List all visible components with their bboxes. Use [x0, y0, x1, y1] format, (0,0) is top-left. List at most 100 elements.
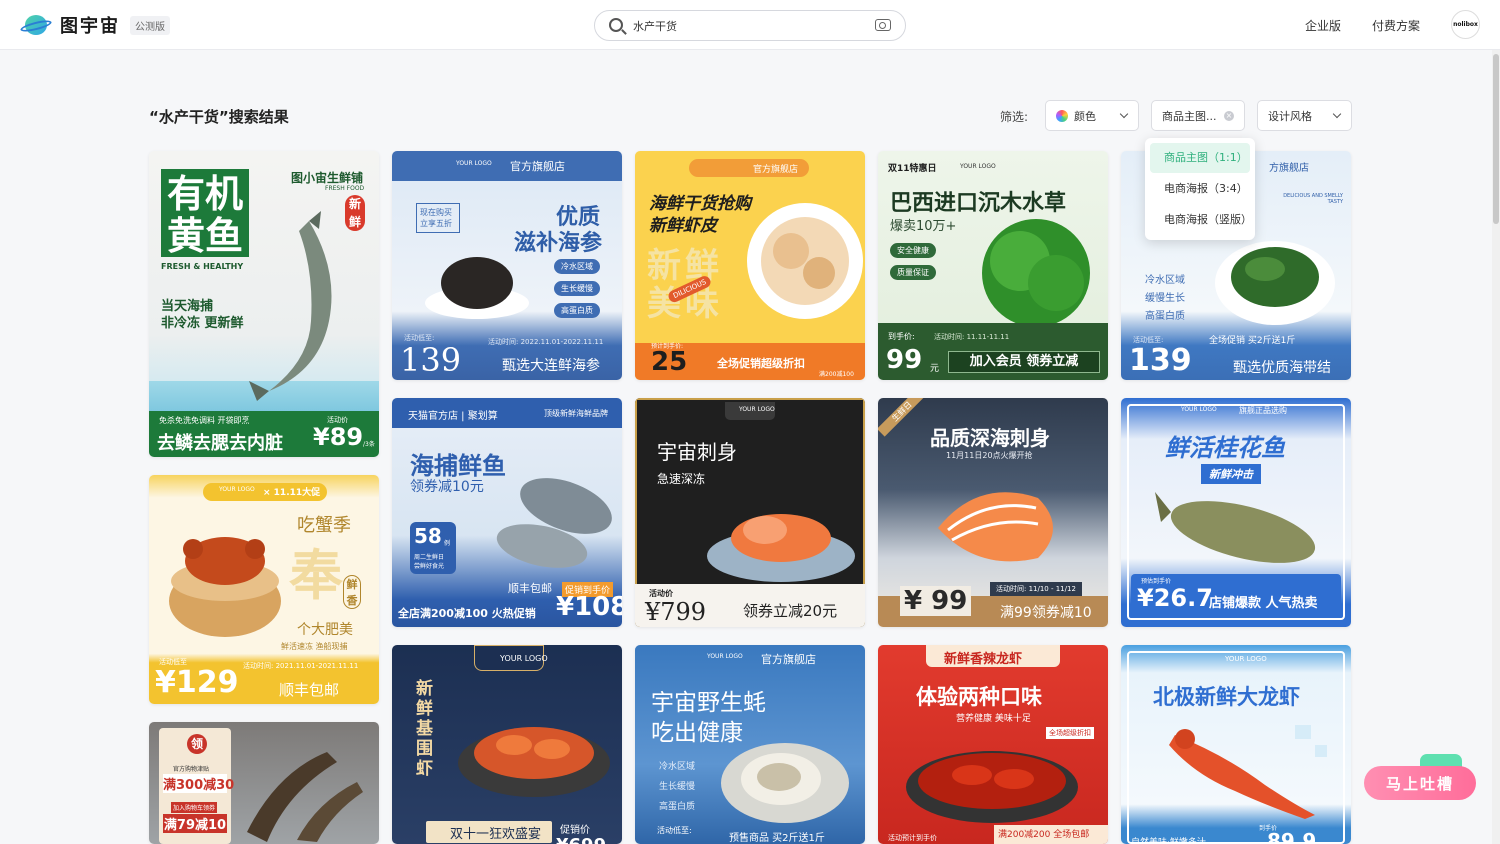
badge-unit: 例	[444, 540, 451, 547]
title: 体验两种口味	[916, 685, 1042, 709]
event: 双11特惠日	[888, 164, 937, 174]
coupon: 满200减100	[819, 371, 854, 378]
price: 139	[1129, 343, 1192, 378]
result-card-crab[interactable]: YOUR LOGO × 11.11大促 吃蟹季 奉 鲜香 个大肥美 鲜活速冻 渔…	[149, 475, 379, 704]
sub: 个大肥美	[297, 622, 353, 638]
result-card-dried-shrimp[interactable]: 官方旗舰店 海鲜干货抢购 新鲜虾皮 新鲜美味 DILICIOUS 预计到手价: …	[635, 151, 865, 380]
style-filter-dropdown[interactable]: 设计风格	[1257, 100, 1352, 131]
tag-1: 冷水区域	[1145, 275, 1185, 286]
promo: 顺丰包邮	[279, 681, 340, 699]
activity-time: 活动时间: 11.11-11.11	[934, 333, 1010, 341]
option-poster-vertical[interactable]: 电商海报（竖版）	[1150, 205, 1252, 235]
result-card-dried-seafood[interactable]: 领 官方购物津贴 满300减30 加入购物车领券 满79减10	[149, 722, 379, 844]
scrollbar[interactable]	[1492, 50, 1500, 844]
page-title: “水产干货”搜索结果	[149, 108, 289, 126]
avatar[interactable]: nolibox	[1451, 10, 1480, 39]
tag-1: 冷水区域	[659, 762, 696, 772]
price: ¥799	[645, 598, 707, 626]
clear-icon[interactable]: ×	[1224, 111, 1234, 121]
price: 25	[651, 347, 688, 377]
logo-text: YOUR LOGO	[500, 654, 548, 663]
price-label: 到手价:	[888, 332, 915, 341]
result-card-yellow-croaker[interactable]: 有机黄鱼 图小宙生鲜铺 FRESH FOOD 新鲜 FRESH & HEALTH…	[149, 151, 379, 457]
tag-3: 高蛋白质	[659, 802, 696, 812]
activity-time: 活动时间: 2021.11.01-2021.11.11	[243, 662, 359, 670]
logo-text: YOUR LOGO	[1181, 406, 1217, 413]
logo-text: YOUR LOGO	[219, 486, 255, 493]
price: ¥129	[155, 665, 239, 700]
crayfish-bowl-illustration	[906, 751, 1078, 823]
badge-line-2: 尝鲜好食光	[414, 563, 445, 570]
price: ¥89	[313, 423, 364, 451]
promo: 领券立减20元	[743, 602, 838, 620]
option-poster-3-4[interactable]: 电商海报（3:4）	[1150, 174, 1250, 204]
lobster-illustration	[1169, 725, 1327, 819]
price: 89.9	[1267, 829, 1317, 844]
color-filter-dropdown[interactable]: 颜色	[1045, 100, 1139, 131]
promo: 全场促销 买2斤送1斤	[1209, 336, 1296, 346]
price: ¥699	[556, 835, 606, 844]
promo: 店铺爆款 人气热卖	[1209, 596, 1318, 611]
top-bar: 图宇宙 公测版 企业版 付费方案 nolibox	[0, 0, 1500, 50]
option-main-image[interactable]: 商品主图（1:1）	[1150, 143, 1250, 173]
coupon-line-1: 官方购物津贴	[173, 766, 210, 773]
fish-illustration	[496, 478, 612, 568]
logo-text: YOUR LOGO	[960, 163, 996, 170]
result-card-aquarium-plant[interactable]: 双11特惠日 YOUR LOGO 巴西进口沉木水草 爆卖10万+ 安全健康 质量…	[878, 151, 1108, 380]
brand: 图小宙生鲜铺	[291, 171, 364, 185]
oyster-illustration	[721, 743, 849, 823]
search-bar[interactable]	[594, 10, 906, 41]
tag-3: 高蛋白质	[554, 303, 600, 318]
product-type-dropdown[interactable]: 商品主图... ×	[1151, 100, 1245, 131]
result-card-sashimi[interactable]: YOUR LOGO 宇宙刺身 急速深冻 活动价 ¥799 领券立减20元	[635, 398, 865, 627]
result-card-shrimp[interactable]: YOUR LOGO 新鲜基围虾 双十一狂欢盛宴 促销价 ¥699	[392, 645, 622, 844]
search-input[interactable]	[633, 17, 853, 35]
feedback-button[interactable]: 马上吐槽	[1364, 766, 1476, 800]
result-card-salmon[interactable]: 生鲜日 品质深海刺身 11月11日20点火爆开抢 活动时间: 11/10 - 1…	[878, 398, 1108, 627]
price: ¥26.7	[1137, 584, 1213, 612]
result-card-fresh-fish[interactable]: 天猫官方店 | 聚划算 顶级新鲜海鲜品牌 海捕鲜鱼 领券减10元 58 例 周二…	[392, 398, 622, 627]
result-card-lobster[interactable]: YOUR LOGO 北极新鲜大龙虾 到手价 自然美味·鲜嫩多汁 89.9	[1121, 645, 1351, 844]
crab-steamer-illustration	[169, 537, 281, 637]
nav-enterprise[interactable]: 企业版	[1305, 17, 1341, 34]
scrollbar-thumb[interactable]	[1493, 54, 1499, 224]
price-label: 活动预计到手价	[888, 834, 937, 842]
search-icon[interactable]	[609, 18, 623, 32]
sub: 新鲜冲击	[1201, 464, 1261, 484]
result-card-crayfish[interactable]: 新鲜香辣龙虾 体验两种口味 营养健康 美味十足 全场超级折扣 活动预计到手价 满…	[878, 645, 1108, 844]
badge-line-1: 周二生鲜日	[414, 554, 445, 561]
store-name: 旗舰正品选购	[1239, 406, 1287, 415]
store-name: 方旗舰店	[1269, 163, 1309, 174]
top-bar	[392, 151, 622, 181]
result-card-sea-cucumber[interactable]: YOUR LOGO 官方旗舰店 现在购买 立享五折 优质 滋补海参 冷水区域 生…	[392, 151, 622, 380]
product-type-label: 商品主图...	[1162, 109, 1217, 123]
tag-2: 生长缓慢	[554, 281, 600, 296]
chevron-down-icon	[1332, 109, 1342, 119]
logo-text: YOUR LOGO	[707, 653, 743, 660]
sub: 营养健康 美味十足	[956, 714, 1031, 724]
promo: 预售商品 买2斤送1斤	[729, 833, 825, 844]
banner-text: 新鲜香辣龙虾	[944, 652, 1023, 667]
camera-icon[interactable]	[875, 19, 891, 31]
logo[interactable]: 图宇宙 公测版	[19, 12, 170, 38]
chevron-down-icon	[1119, 109, 1129, 119]
coupon-line-3: 加入购物车领券	[171, 802, 218, 813]
beta-badge: 公测版	[130, 15, 170, 35]
price: 139	[400, 341, 462, 379]
water-plant-illustration	[982, 219, 1090, 327]
en-text: DELICIOUS AND SMELLY TASTY	[1283, 193, 1343, 205]
nav-pricing[interactable]: 付费方案	[1372, 17, 1420, 34]
promo: 满200减200 全场包邮	[998, 830, 1090, 840]
tag-3: 高蛋白质	[1145, 311, 1185, 322]
result-card-oyster[interactable]: YOUR LOGO 官方旗舰店 宇宙野生蚝 吃出健康 冷水区域 生长缓慢 高蛋白…	[635, 645, 865, 844]
promo: 加入会员 领券立减	[948, 351, 1100, 373]
fish-illustration	[249, 211, 332, 401]
bottom-copy: 自然美味·鲜嫩多汁	[1131, 838, 1206, 844]
store-name: 官方旗舰店	[510, 160, 565, 173]
top-left: 天猫官方店 | 聚划算	[408, 411, 498, 422]
price-label: 促销价	[560, 825, 590, 836]
tag-2: 生长缓慢	[659, 782, 696, 792]
logo-text: 图宇宙	[60, 16, 120, 37]
result-card-mandarin-fish[interactable]: YOUR LOGO 旗舰正品选购 鲜活桂花鱼 新鲜冲击 预估到手价 ¥26.7 …	[1121, 398, 1351, 627]
tag-2: 质量保证	[890, 265, 936, 280]
